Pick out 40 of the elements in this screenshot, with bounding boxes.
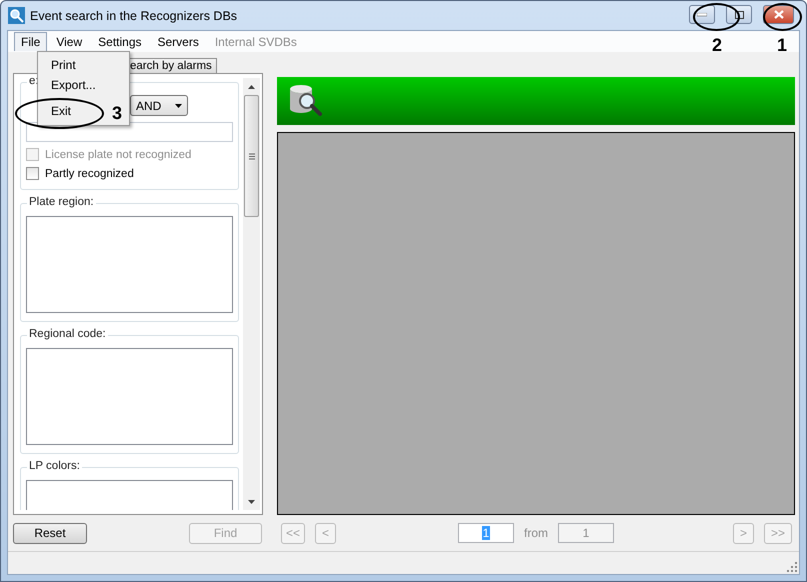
- scrollbar[interactable]: [243, 78, 260, 510]
- highlight-ellipse: [693, 3, 740, 31]
- minimize-button[interactable]: [689, 5, 715, 24]
- menu-entry[interactable]: Print: [40, 55, 80, 75]
- menu-item[interactable]: File: [14, 32, 48, 51]
- from-label: from: [524, 526, 548, 540]
- down-arrow-icon: [248, 500, 255, 504]
- group-title: Regional code:: [27, 328, 108, 340]
- close-icon: [774, 10, 784, 19]
- highlight-ellipse: [763, 3, 802, 31]
- menu-item[interactable]: View: [49, 32, 90, 52]
- checkbox-label[interactable]: Partly recognized: [26, 167, 233, 180]
- checkbox[interactable]: [26, 167, 39, 180]
- callout-number: 2: [712, 35, 722, 56]
- maximize-button[interactable]: [726, 5, 752, 24]
- list-box[interactable]: [26, 216, 233, 313]
- tab[interactable]: earch by alarms: [129, 58, 217, 73]
- maximize-icon: [734, 10, 744, 18]
- menu-entry[interactable]: Exit: [40, 101, 76, 121]
- scrollbar-thumb[interactable]: [244, 95, 259, 217]
- menu-item[interactable]: Servers: [150, 32, 206, 52]
- group-title: Plate region:: [27, 196, 96, 208]
- total-pages-field: 1: [558, 523, 614, 543]
- database-search-icon: [287, 83, 325, 119]
- caret-icon: [175, 104, 182, 108]
- up-arrow-icon: [248, 84, 255, 88]
- operator-dropdown[interactable]: AND: [130, 95, 188, 116]
- callout-number: 1: [777, 35, 788, 56]
- reset-button[interactable]: Reset: [13, 522, 87, 544]
- window-title: Event search in the Recognizers DBs: [30, 8, 238, 22]
- menu-entry[interactable]: Export...: [40, 75, 100, 95]
- group-title: LP colors:: [27, 460, 82, 472]
- grip-icon: [248, 152, 254, 160]
- resize-grip-icon[interactable]: [787, 562, 797, 572]
- minimize-icon: [697, 12, 707, 16]
- close-button[interactable]: [763, 5, 794, 24]
- search-icon: [8, 7, 25, 24]
- list-box[interactable]: [26, 348, 233, 445]
- menu-item[interactable]: Settings: [91, 32, 148, 52]
- callout-number: 3: [112, 103, 122, 124]
